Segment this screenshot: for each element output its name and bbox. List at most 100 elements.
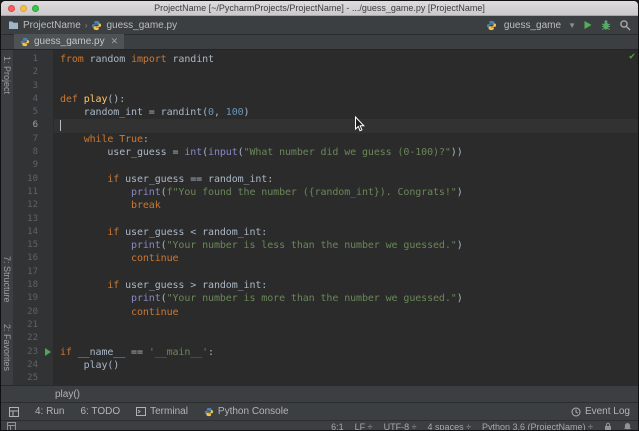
main-toolbar: ProjectName › guess_game.py guess_game ▼ xyxy=(1,16,638,35)
run-tool-label: 4: Run xyxy=(35,406,65,417)
line-number[interactable]: 10 xyxy=(14,173,44,186)
line-number[interactable]: 18 xyxy=(14,279,44,292)
tool-stripe-project[interactable]: 1: Project xyxy=(2,56,12,94)
line-number[interactable]: 21 xyxy=(14,319,44,332)
line-number[interactable]: 25 xyxy=(14,372,44,385)
code-line[interactable] xyxy=(54,332,638,345)
code-line[interactable] xyxy=(54,266,638,279)
line-number[interactable]: 24 xyxy=(14,359,44,372)
line-number[interactable]: 15 xyxy=(14,239,44,252)
code-line[interactable] xyxy=(54,119,638,133)
line-number[interactable]: 11 xyxy=(14,186,44,199)
line-number[interactable]: 23 xyxy=(14,346,44,359)
code-line[interactable]: if user_guess == random_int: xyxy=(54,173,638,186)
tool-stripe-structure[interactable]: 7: Structure xyxy=(2,256,12,303)
encoding-widget[interactable]: UTF-8 ÷ xyxy=(384,422,417,431)
chevron-down-icon[interactable]: ▼ xyxy=(568,21,576,30)
breadcrumbs-bar: play() xyxy=(1,385,638,402)
line-number[interactable]: 17 xyxy=(14,266,44,279)
python-file-icon xyxy=(91,20,102,31)
code-line[interactable]: print("Your number is more than the numb… xyxy=(54,292,638,305)
line-number[interactable]: 7 xyxy=(14,133,44,146)
close-tab-icon[interactable]: ✕ xyxy=(111,36,119,47)
titlebar[interactable]: ProjectName [~/PycharmProjects/ProjectNa… xyxy=(1,1,638,16)
fold-column[interactable] xyxy=(44,50,54,385)
navigation-bar: ProjectName › guess_game.py xyxy=(8,20,177,31)
code-line[interactable] xyxy=(54,372,638,385)
zoom-window-button[interactable] xyxy=(32,5,39,12)
code-line[interactable]: print("Your number is less than the numb… xyxy=(54,239,638,252)
code-line[interactable]: user_guess = int(input("What number did … xyxy=(54,146,638,159)
lock-icon[interactable] xyxy=(604,422,612,430)
line-number[interactable]: 5 xyxy=(14,106,44,119)
code-line[interactable]: continue xyxy=(54,306,638,319)
terminal-tool-label: Terminal xyxy=(150,406,188,417)
code-editor[interactable]: from random import randint def play(): ra… xyxy=(54,50,638,385)
tool-window-button-terminal[interactable]: Terminal xyxy=(136,406,188,417)
line-number[interactable]: 14 xyxy=(14,226,44,239)
line-number[interactable]: 4 xyxy=(14,93,44,106)
run-gutter-icon[interactable] xyxy=(45,348,51,357)
code-line[interactable] xyxy=(54,319,638,332)
notifications-bell-icon[interactable] xyxy=(623,422,632,430)
indent-widget[interactable]: 4 spaces ÷ xyxy=(428,422,471,431)
run-button[interactable] xyxy=(583,20,593,30)
editor-tab-guess-game[interactable]: guess_game.py ✕ xyxy=(14,34,125,49)
line-number[interactable]: 1 xyxy=(14,53,44,66)
line-number[interactable]: 12 xyxy=(14,199,44,212)
code-line[interactable]: random_int = randint(0, 100) xyxy=(54,106,638,119)
tool-window-button-run[interactable]: 4: Run xyxy=(35,406,64,417)
line-number[interactable]: 22 xyxy=(14,332,44,345)
tool-stripe-favorites[interactable]: 2: Favorites xyxy=(2,324,12,371)
line-number[interactable]: 8 xyxy=(14,146,44,159)
tool-window-switcher-icon[interactable] xyxy=(9,406,19,417)
quick-access-icon[interactable] xyxy=(7,422,16,430)
code-line[interactable]: while True: xyxy=(54,133,638,146)
interpreter-widget[interactable]: Python 3.6 (ProjectName) ÷ xyxy=(482,422,593,431)
status-widgets: 6:1 LF ÷ UTF-8 ÷ 4 spaces ÷ Python 3.6 (… xyxy=(331,422,632,431)
code-line[interactable]: if user_guess > random_int: xyxy=(54,279,638,292)
python-console-icon xyxy=(204,407,214,417)
debug-bug-icon[interactable] xyxy=(600,19,612,31)
code-line[interactable] xyxy=(54,80,638,93)
code-line[interactable]: def play(): xyxy=(54,93,638,106)
line-number[interactable]: 6 xyxy=(14,119,44,132)
minimize-window-button[interactable] xyxy=(20,5,27,12)
window-title: ProjectName [~/PycharmProjects/ProjectNa… xyxy=(154,3,485,13)
close-window-button[interactable] xyxy=(8,5,15,12)
event-log-button[interactable]: Event Log xyxy=(571,406,630,417)
caret-position-widget[interactable]: 6:1 xyxy=(331,422,344,431)
tool-window-button-todo[interactable]: 6: TODO xyxy=(80,406,120,417)
code-line[interactable]: if __name__ == '__main__': xyxy=(54,346,638,359)
code-line[interactable]: play() xyxy=(54,359,638,372)
line-number[interactable]: 16 xyxy=(14,252,44,265)
line-number[interactable]: 19 xyxy=(14,292,44,305)
event-log-label: Event Log xyxy=(584,406,630,417)
chevron-right-icon: › xyxy=(84,20,88,30)
search-everywhere-icon[interactable] xyxy=(619,19,631,31)
code-line[interactable]: from random import randint xyxy=(54,53,638,66)
code-line[interactable]: break xyxy=(54,199,638,212)
line-number[interactable]: 20 xyxy=(14,306,44,319)
line-number[interactable]: 9 xyxy=(14,159,44,172)
tool-window-button-python-console[interactable]: Python Console xyxy=(204,406,289,417)
code-line[interactable] xyxy=(54,159,638,172)
run-toolbar: guess_game ▼ xyxy=(486,19,631,31)
code-line[interactable] xyxy=(54,66,638,79)
left-tool-window-stripe: 1: Project 7: Structure 2: Favorites xyxy=(1,50,14,385)
python-file-icon xyxy=(20,37,30,47)
nav-project-item[interactable]: ProjectName xyxy=(23,20,81,31)
editor-gutter[interactable]: 1 2 3 4 5 6 7 8 9 10 11 12 13 14 15 16 17 18 19 20 21 22 23 24 2… xyxy=(14,50,44,385)
run-configuration-select[interactable]: guess_game xyxy=(504,20,561,31)
code-line[interactable]: if user_guess < random_int: xyxy=(54,226,638,239)
inspection-ok-icon: ✔ xyxy=(629,51,635,62)
line-number[interactable]: 3 xyxy=(14,80,44,93)
line-separator-widget[interactable]: LF ÷ xyxy=(355,422,373,431)
line-number[interactable]: 13 xyxy=(14,213,44,226)
nav-file-item[interactable]: guess_game.py xyxy=(106,20,177,31)
code-line[interactable] xyxy=(54,213,638,226)
code-line[interactable]: print(f"You found the number ({random_in… xyxy=(54,186,638,199)
code-line[interactable]: continue xyxy=(54,252,638,265)
breadcrumb[interactable]: play() xyxy=(55,389,80,400)
line-number[interactable]: 2 xyxy=(14,66,44,79)
